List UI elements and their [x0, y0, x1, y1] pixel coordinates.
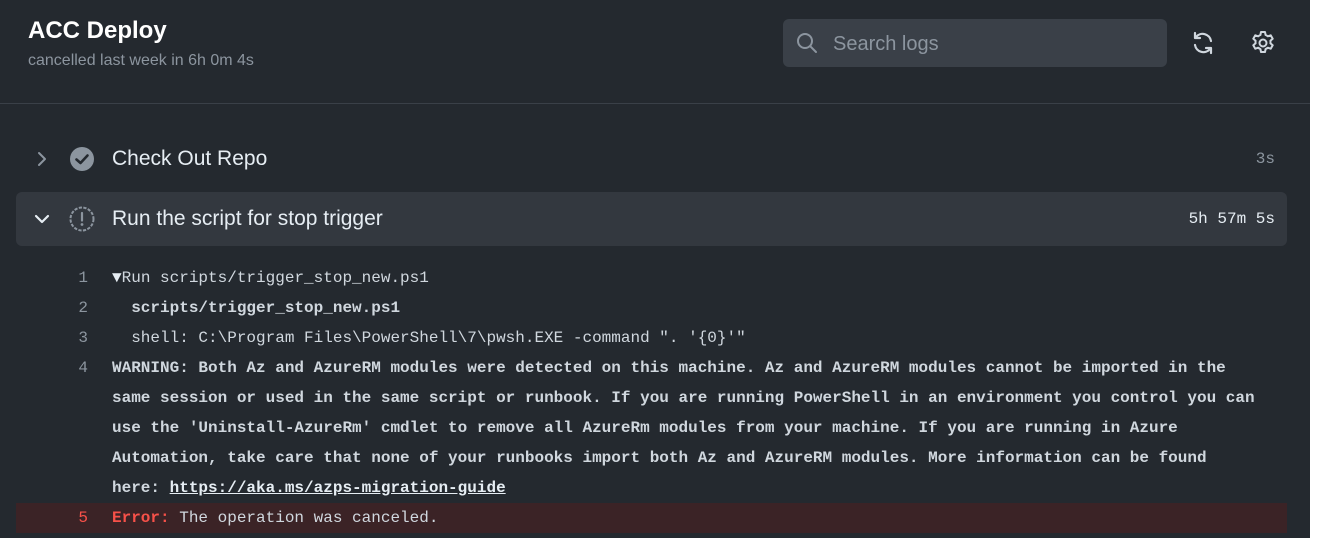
cancelled-alert-icon — [69, 206, 95, 232]
line-number[interactable]: 5 — [16, 503, 88, 533]
refresh-button[interactable] — [1189, 29, 1217, 57]
success-check-icon — [70, 147, 94, 171]
caret-down-icon[interactable]: ▼ — [112, 269, 122, 287]
step-duration: 5h 57m 5s — [1188, 210, 1275, 228]
log-line-warning: 4 WARNING: Both Az and AzureRM modules w… — [16, 353, 1287, 503]
error-text: The operation was canceled. — [169, 509, 439, 527]
job-title: ACC Deploy — [28, 17, 167, 44]
log-line: 3 shell: C:\Program Files\PowerShell\7\p… — [16, 323, 1287, 353]
job-log-panel: ACC Deploy cancelled last week in 6h 0m … — [0, 0, 1310, 538]
job-header: ACC Deploy cancelled last week in 6h 0m … — [0, 0, 1310, 104]
search-logs-input[interactable] — [831, 19, 1155, 69]
refresh-icon — [1193, 31, 1213, 55]
warning-text: WARNING: Both Az and AzureRM modules wer… — [112, 359, 1265, 497]
error-label: Error: — [112, 509, 170, 527]
line-number[interactable]: 3 — [16, 323, 88, 353]
gear-icon — [1252, 31, 1274, 53]
step-name: Run the script for stop trigger — [112, 207, 383, 230]
step-check-out-repo[interactable]: Check Out Repo 3s — [16, 132, 1287, 186]
line-number[interactable]: 1 — [16, 263, 88, 293]
settings-button[interactable] — [1249, 29, 1277, 57]
job-status-summary: cancelled last week in 6h 0m 4s — [28, 52, 254, 69]
log-text: shell: C:\Program Files\PowerShell\7\pws… — [112, 329, 746, 347]
log-line: 2 scripts/trigger_stop_new.ps1 — [16, 293, 1287, 323]
search-icon — [797, 33, 817, 53]
chevron-down-icon — [34, 214, 50, 224]
step-name: Check Out Repo — [112, 147, 268, 170]
line-number[interactable]: 2 — [16, 293, 88, 323]
log-text: Run scripts/trigger_stop_new.ps1 — [121, 269, 429, 287]
line-number[interactable]: 4 — [16, 353, 88, 383]
log-line[interactable]: 1 ▼Run scripts/trigger_stop_new.ps1 — [16, 263, 1287, 293]
step-run-stop-trigger[interactable]: Run the script for stop trigger 5h 57m 5… — [16, 192, 1287, 246]
step-duration: 3s — [1255, 150, 1275, 168]
log-line-error: 5 Error: The operation was canceled. — [16, 503, 1287, 533]
migration-guide-link[interactable]: https://aka.ms/azps-migration-guide — [170, 479, 506, 497]
log-output: 1 ▼Run scripts/trigger_stop_new.ps1 2 sc… — [16, 263, 1287, 533]
chevron-right-icon — [38, 152, 46, 166]
log-text: scripts/trigger_stop_new.ps1 — [112, 299, 401, 317]
search-logs-box[interactable] — [783, 19, 1167, 69]
